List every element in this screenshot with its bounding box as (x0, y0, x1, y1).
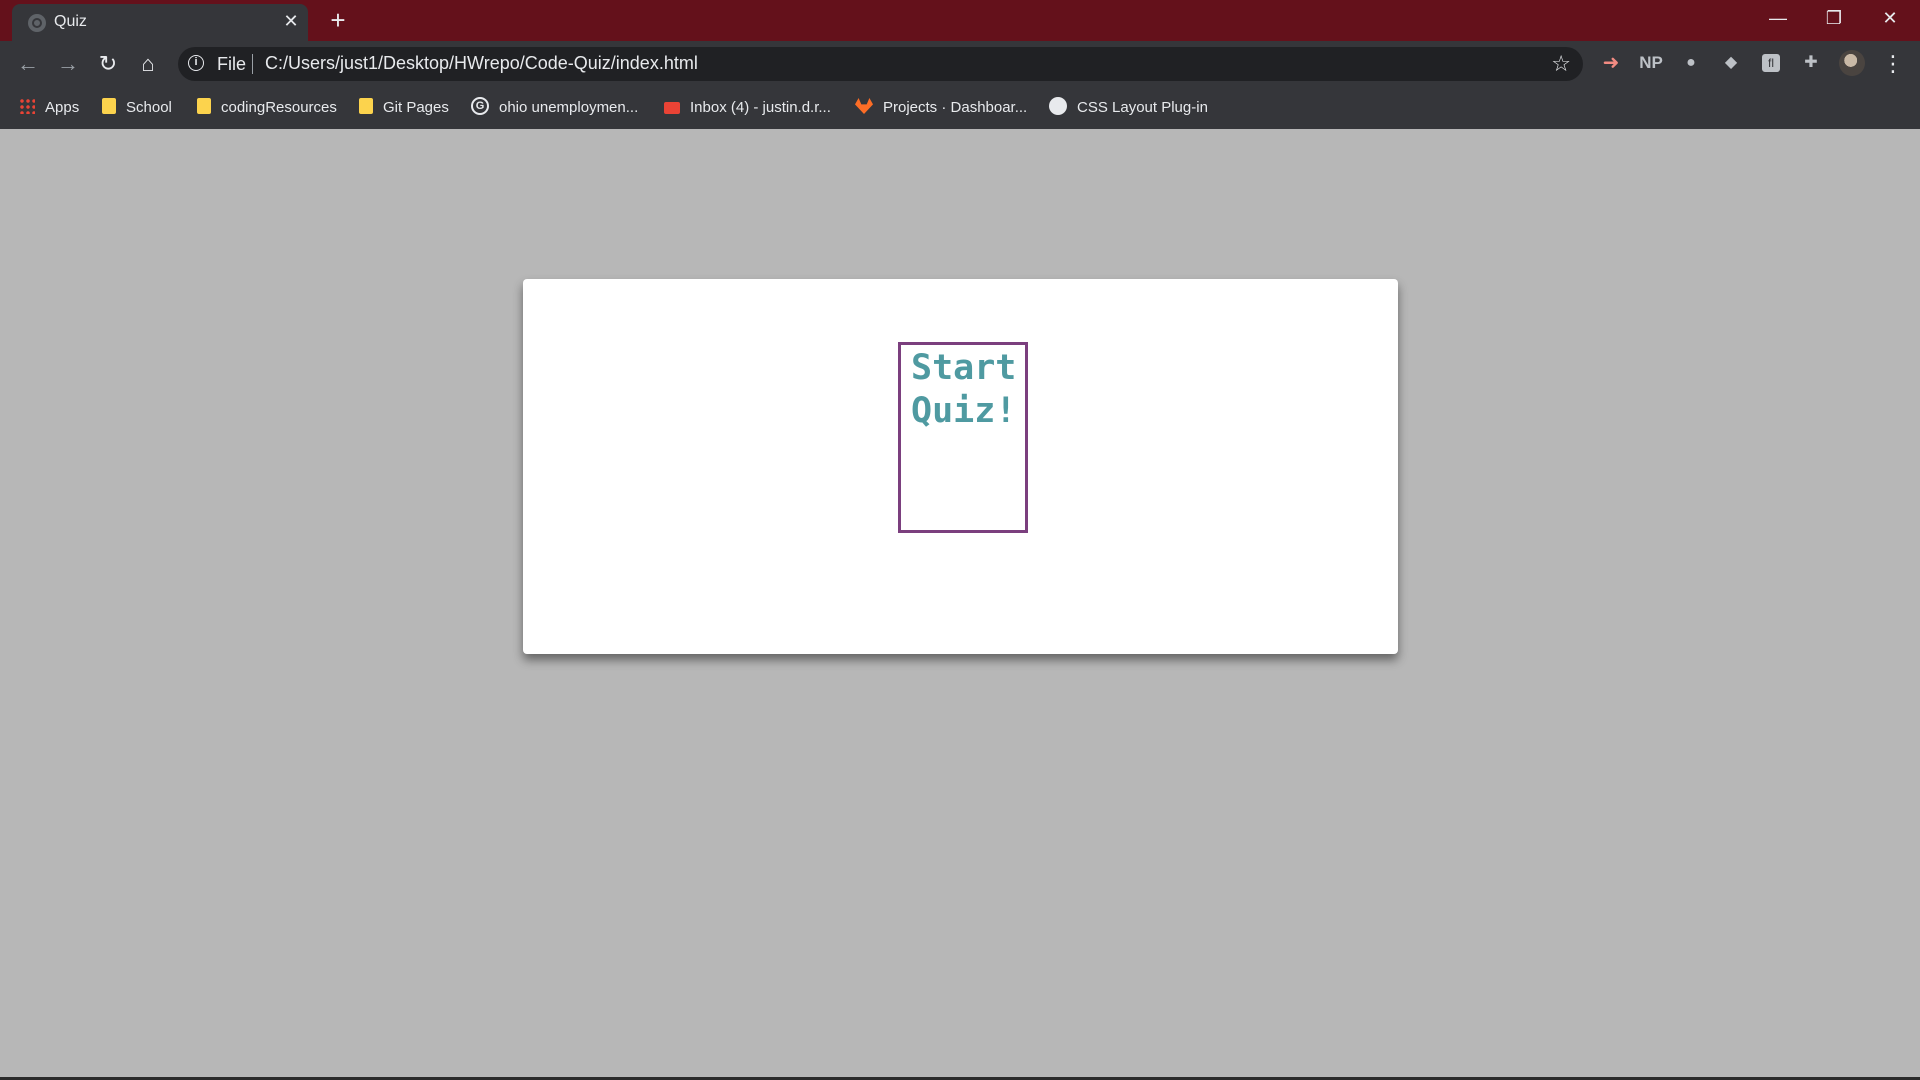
extension-arrow-icon[interactable]: ➜ (1597, 49, 1625, 77)
bookmark-label: ohio unemploymen... (499, 99, 639, 116)
scheme-label: File (217, 54, 247, 74)
globe-icon (1049, 97, 1067, 116)
start-quiz-label: Start Quiz! (911, 348, 1017, 431)
bookmark-git-pages[interactable]: Git Pages (359, 95, 449, 121)
bookmark-label: codingResources (221, 99, 337, 116)
address-bar[interactable]: i File C:/Users/just1/Desktop/HWrepo/Cod… (178, 47, 1583, 81)
extension-layers-icon[interactable]: ◆ (1717, 49, 1745, 77)
globe-icon (28, 14, 46, 32)
reload-icon[interactable]: ↻ (93, 49, 123, 79)
google-icon: G (471, 97, 489, 116)
start-quiz-button[interactable]: Start Quiz! (898, 342, 1028, 533)
bookmark-label: Git Pages (383, 99, 449, 116)
bookmark-projects-dashboard[interactable]: Projects · Dashboar... (855, 95, 1027, 121)
bookmark-label: Projects · Dashboar... (883, 99, 1028, 116)
quiz-card: Start Quiz! (523, 279, 1398, 654)
extensions-puzzle-icon[interactable]: ✚ (1797, 49, 1825, 77)
browser-chrome: Quiz ✕ + — ❐ ✕ ← → ↻ ⌂ i File C:/Users/j… (0, 0, 1920, 129)
bookmark-ohio-unemployment[interactable]: Gohio unemploymen... (471, 95, 638, 121)
tab-quiz[interactable]: Quiz ✕ (12, 4, 308, 41)
minimize-button[interactable]: — (1750, 0, 1806, 36)
bookmark-star-icon[interactable]: ☆ (1551, 51, 1571, 77)
page-content: Start Quiz! (0, 129, 1920, 1080)
apps-grid-icon (19, 98, 35, 115)
scheme-separator (252, 54, 253, 74)
bookmark-school[interactable]: School (102, 95, 172, 121)
profile-avatar[interactable] (1839, 50, 1865, 76)
extension-dot-icon[interactable]: ● (1677, 49, 1705, 77)
url-text[interactable]: C:/Users/just1/Desktop/HWrepo/Code-Quiz/… (265, 53, 698, 74)
bookmarks-bar: Apps School codingResources Git Pages Go… (0, 87, 1920, 129)
bookmark-label: CSS Layout Plug-in (1077, 99, 1208, 116)
menu-icon[interactable]: ⋮ (1880, 49, 1906, 79)
forward-icon[interactable]: → (53, 49, 83, 79)
tab-title: Quiz (54, 13, 87, 30)
bookmark-inbox[interactable]: Inbox (4) - justin.d.r... (664, 95, 831, 121)
bookmark-css-layout-plugin[interactable]: CSS Layout Plug-in (1049, 95, 1208, 121)
gmail-icon (664, 102, 680, 115)
restore-button[interactable]: ❐ (1806, 0, 1862, 36)
extension-square-label: fl (1762, 53, 1780, 72)
close-tab-icon[interactable]: ✕ (280, 10, 302, 32)
home-icon[interactable]: ⌂ (133, 49, 163, 79)
bookmark-label: Apps (45, 99, 80, 116)
new-tab-button[interactable]: + (325, 7, 351, 34)
bookmark-coding-resources[interactable]: codingResources (197, 95, 337, 121)
info-icon[interactable]: i (188, 55, 204, 71)
folder-icon (359, 98, 373, 115)
gitlab-icon (855, 98, 873, 115)
bookmark-label: Inbox (4) - justin.d.r... (690, 99, 831, 116)
extension-np-icon[interactable]: NP (1637, 49, 1665, 77)
bookmark-apps[interactable]: Apps (19, 95, 79, 121)
close-window-button[interactable]: ✕ (1862, 0, 1918, 36)
folder-icon (197, 98, 211, 115)
folder-icon (102, 98, 116, 115)
back-icon[interactable]: ← (13, 49, 43, 79)
extension-square-icon[interactable]: fl (1757, 49, 1785, 77)
tab-strip: Quiz ✕ + — ❐ ✕ (0, 0, 1920, 41)
bookmark-label: School (126, 99, 172, 116)
toolbar: ← → ↻ ⌂ i File C:/Users/just1/Desktop/HW… (0, 41, 1920, 87)
